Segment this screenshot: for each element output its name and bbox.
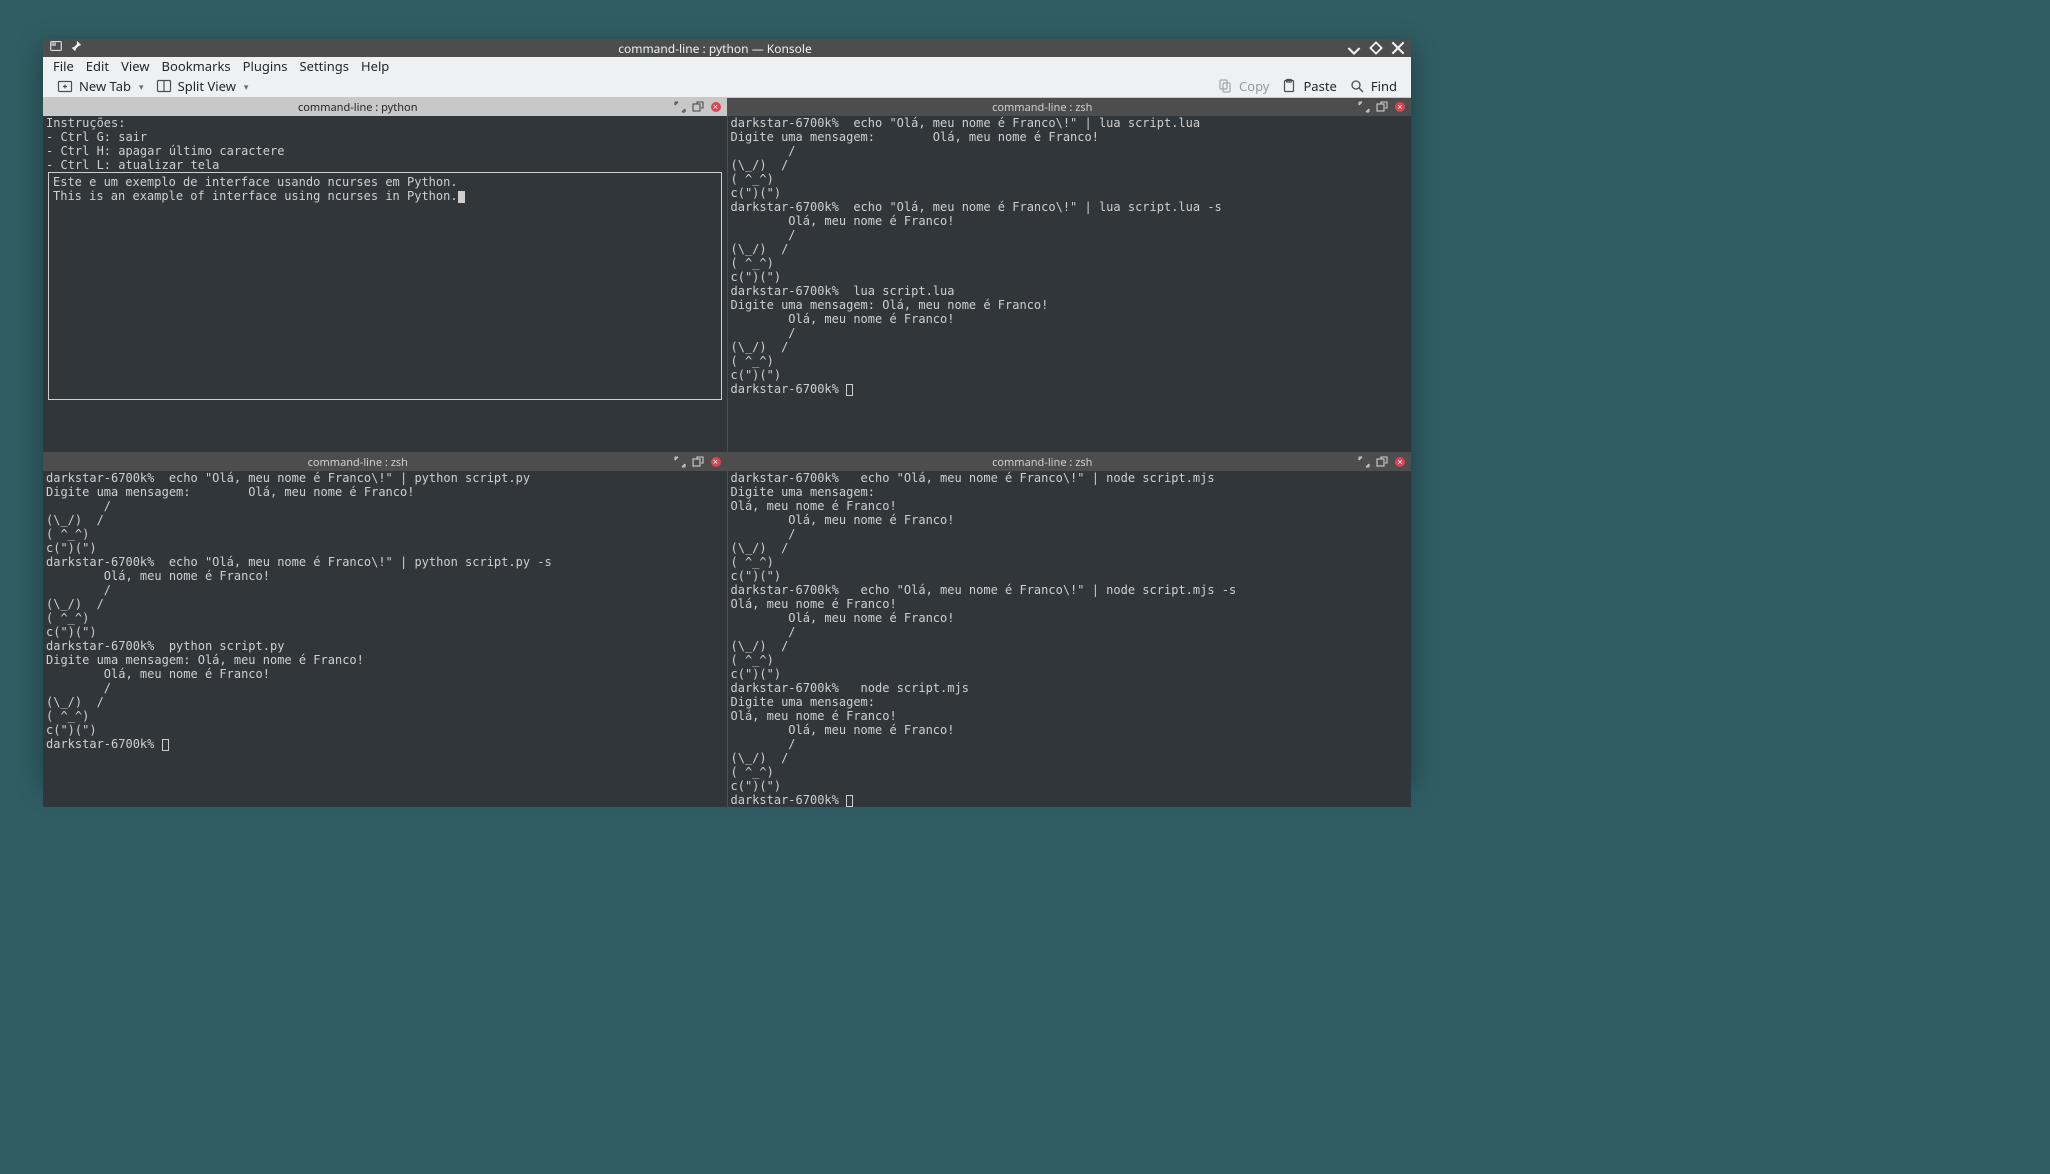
paste-icon: [1281, 78, 1297, 94]
expand-icon[interactable]: [673, 100, 687, 114]
terminal-text: darkstar-6700k% echo "Olá, meu nome é Fr…: [731, 116, 1222, 396]
pane-bottom-right: command-line : zsh darkstar-6700k% echo …: [728, 453, 1412, 807]
copy-label: Copy: [1239, 77, 1269, 95]
pane-header[interactable]: command-line : python: [43, 98, 727, 116]
detach-icon[interactable]: [691, 100, 705, 114]
expand-icon[interactable]: [673, 455, 687, 469]
pane-top-right: command-line : zsh darkstar-6700k% echo …: [728, 98, 1412, 452]
cursor: [458, 191, 465, 203]
cursor: [846, 795, 853, 807]
cursor: [162, 739, 169, 751]
close-pane-icon[interactable]: [1393, 455, 1407, 469]
app-menu-icon[interactable]: [49, 39, 63, 57]
titlebar: command-line : python — Konsole: [43, 39, 1411, 57]
find-label: Find: [1371, 77, 1397, 95]
cursor: [846, 384, 853, 396]
maximize-icon[interactable]: [1369, 41, 1383, 55]
menu-plugins[interactable]: Plugins: [243, 57, 288, 75]
expand-icon[interactable]: [1357, 455, 1371, 469]
menu-edit[interactable]: Edit: [86, 57, 109, 75]
terminal-output[interactable]: Instruções: - Ctrl G: sair - Ctrl H: apa…: [43, 116, 727, 452]
new-tab-label: New Tab: [79, 77, 131, 95]
pane-top-left: command-line : python Instruções: - Ctrl…: [43, 98, 727, 452]
menubar: File Edit View Bookmarks Plugins Setting…: [43, 57, 1411, 75]
copy-button[interactable]: Copy: [1211, 75, 1275, 97]
pane-title: command-line : python: [43, 100, 673, 115]
konsole-window: command-line : python — Konsole File Edi…: [43, 39, 1411, 779]
menu-file[interactable]: File: [53, 57, 74, 75]
detach-icon[interactable]: [1375, 455, 1389, 469]
split-view-button[interactable]: Split View ▾: [150, 75, 255, 97]
pane-header[interactable]: command-line : zsh: [43, 453, 727, 471]
copy-icon: [1217, 78, 1233, 94]
minimize-icon[interactable]: [1347, 41, 1361, 55]
window-title: command-line : python — Konsole: [83, 40, 1347, 57]
pane-title: command-line : zsh: [728, 100, 1358, 115]
menu-view[interactable]: View: [121, 57, 149, 75]
close-pane-icon[interactable]: [1393, 100, 1407, 114]
split-view-label: Split View: [178, 77, 236, 95]
ncurses-header: Instruções: - Ctrl G: sair - Ctrl H: apa…: [46, 116, 284, 172]
find-button[interactable]: Find: [1343, 75, 1403, 97]
pane-title: command-line : zsh: [43, 455, 673, 470]
pane-header[interactable]: command-line : zsh: [728, 98, 1412, 116]
detach-icon[interactable]: [1375, 100, 1389, 114]
pin-icon[interactable]: [69, 39, 83, 57]
new-tab-button[interactable]: New Tab ▾: [51, 75, 150, 97]
terminal-text: darkstar-6700k% echo "Olá, meu nome é Fr…: [46, 471, 552, 751]
pane-header[interactable]: command-line : zsh: [728, 453, 1412, 471]
toolbar: New Tab ▾ Split View ▾ Copy Paste Find: [43, 75, 1411, 98]
menu-settings[interactable]: Settings: [300, 57, 349, 75]
find-icon: [1349, 78, 1365, 94]
close-icon[interactable]: [1391, 41, 1405, 55]
expand-icon[interactable]: [1357, 100, 1371, 114]
menu-help[interactable]: Help: [361, 57, 389, 75]
terminal-output[interactable]: darkstar-6700k% echo "Olá, meu nome é Fr…: [43, 471, 727, 807]
terminal-output[interactable]: darkstar-6700k% echo "Olá, meu nome é Fr…: [728, 116, 1412, 452]
terminal-text: darkstar-6700k% echo "Olá, meu nome é Fr…: [731, 471, 1237, 807]
paste-button[interactable]: Paste: [1275, 75, 1342, 97]
split-container: command-line : python Instruções: - Ctrl…: [43, 98, 1411, 807]
new-tab-icon: [57, 78, 73, 94]
chevron-down-icon: ▾: [244, 80, 249, 93]
pane-bottom-left: command-line : zsh darkstar-6700k% echo …: [43, 453, 727, 807]
terminal-output[interactable]: darkstar-6700k% echo "Olá, meu nome é Fr…: [728, 471, 1412, 807]
ncurses-box-text: Este e um exemplo de interface usando nc…: [53, 175, 458, 203]
ncurses-box: Este e um exemplo de interface usando nc…: [48, 172, 722, 400]
paste-label: Paste: [1303, 77, 1336, 95]
close-pane-icon[interactable]: [709, 455, 723, 469]
split-view-icon: [156, 78, 172, 94]
close-pane-icon[interactable]: [709, 100, 723, 114]
pane-title: command-line : zsh: [728, 455, 1358, 470]
menu-bookmarks[interactable]: Bookmarks: [162, 57, 231, 75]
detach-icon[interactable]: [691, 455, 705, 469]
chevron-down-icon: ▾: [139, 80, 144, 93]
